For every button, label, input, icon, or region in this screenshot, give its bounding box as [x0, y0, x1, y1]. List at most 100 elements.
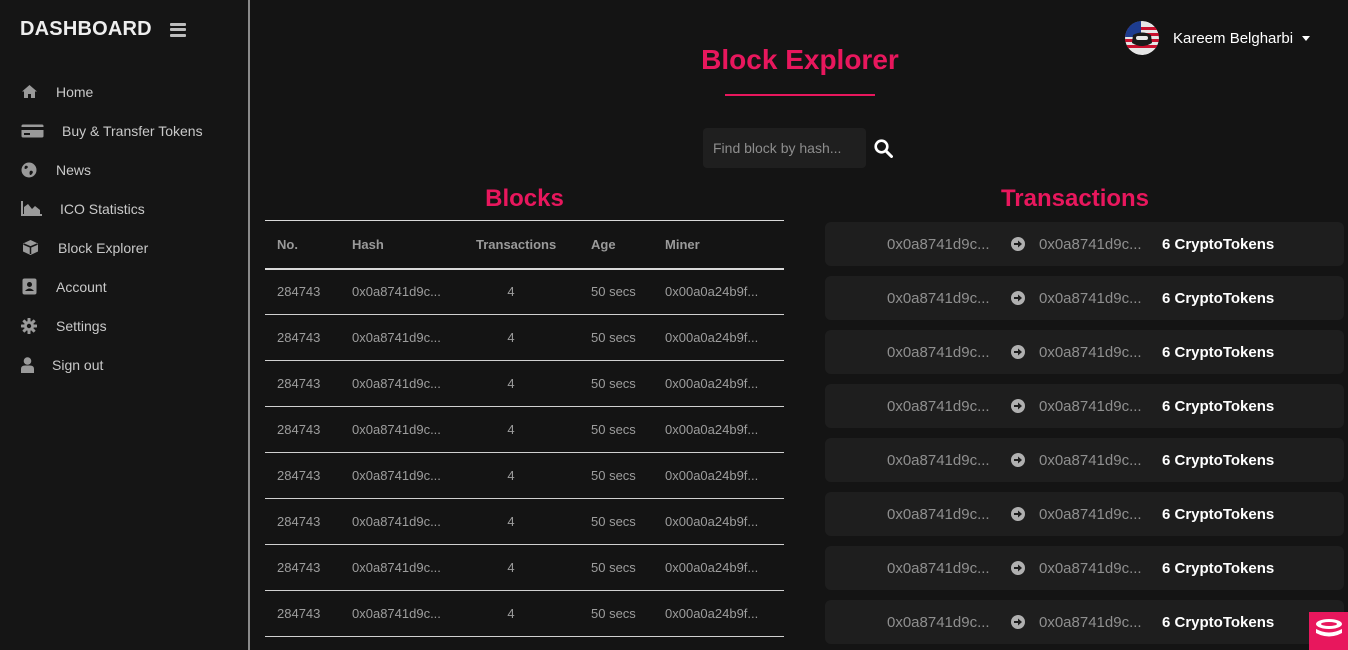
cell-miner: 0x00a0a24b9f... [665, 314, 784, 361]
cell-hash: 0x0a8741d9c... [352, 590, 476, 637]
area-chart-icon [20, 201, 42, 217]
sidebar-item-label: Block Explorer [58, 239, 149, 256]
cell-age: 50 secs [591, 544, 665, 591]
table-row[interactable]: 284743 0x0a8741d9c... 4 50 secs 0x00a0a24b9f… [265, 452, 784, 499]
transaction-from: 0x0a8741d9c... [887, 289, 990, 307]
column-header-no: No. [265, 220, 352, 270]
sidebar: DASHBOARD Home Buy & Transfer Tokens New… [0, 0, 248, 650]
transaction-item[interactable]: 0x0a8741d9c... 0x0a8741d9c... 6 CryptoToke… [825, 276, 1344, 320]
sidebar-divider [248, 0, 250, 650]
cube-icon [20, 240, 40, 256]
user-menu[interactable]: Kareem Belgharbi [1125, 21, 1311, 55]
transaction-item[interactable]: 0x0a8741d9c... 0x0a8741d9c... 6 CryptoToke… [825, 492, 1344, 536]
chat-widget-button[interactable] [1309, 612, 1348, 650]
sidebar-item-news[interactable]: News [0, 150, 248, 189]
cell-transactions: 4 [476, 360, 591, 407]
table-row[interactable]: 284743 0x0a8741d9c... 4 50 secs 0x00a0a24b9f… [265, 498, 784, 545]
cell-age: 50 secs [591, 360, 665, 407]
cell-hash: 0x0a8741d9c... [352, 360, 476, 407]
transactions-title: Transactions [1000, 185, 1150, 212]
column-header-miner: Miner [665, 220, 784, 270]
page-title: Block Explorer [701, 44, 899, 75]
transaction-to: 0x0a8741d9c... [1039, 451, 1142, 469]
cell-hash: 0x0a8741d9c... [352, 406, 476, 453]
sidebar-item-block-explorer[interactable]: Block Explorer [0, 228, 248, 267]
sidebar-item-label: Sign out [52, 356, 104, 373]
credit-card-icon [20, 123, 44, 139]
cell-hash: 0x0a8741d9c... [352, 452, 476, 499]
transaction-item[interactable]: 0x0a8741d9c... 0x0a8741d9c... 6 CryptoToke… [825, 384, 1344, 428]
table-row[interactable]: 284743 0x0a8741d9c... 4 50 secs 0x00a0a24b9f… [265, 544, 784, 591]
cell-transactions: 4 [476, 268, 591, 315]
cell-no: 284743 [265, 360, 352, 407]
search-input[interactable] [703, 128, 866, 168]
sidebar-item-account[interactable]: Account [0, 267, 248, 306]
blocks-title: Blocks [485, 185, 564, 212]
home-icon [20, 84, 38, 100]
sidebar-item-ico-statistics[interactable]: ICO Statistics [0, 189, 248, 228]
cell-transactions: 4 [476, 314, 591, 361]
cell-no: 284743 [265, 406, 352, 453]
arrow-right-circle-icon [1011, 615, 1025, 629]
cell-miner: 0x00a0a24b9f... [665, 406, 784, 453]
cell-no: 284743 [265, 590, 352, 637]
transaction-from: 0x0a8741d9c... [887, 613, 990, 631]
search-icon[interactable] [872, 137, 894, 159]
address-book-icon [20, 278, 38, 295]
transaction-from: 0x0a8741d9c... [887, 343, 990, 361]
blocks-table: No. Hash Transactions Age Miner 284743 0x… [265, 220, 784, 637]
arrow-right-circle-icon [1011, 291, 1025, 305]
transaction-from: 0x0a8741d9c... [887, 559, 990, 577]
cell-transactions: 4 [476, 406, 591, 453]
cell-miner: 0x00a0a24b9f... [665, 360, 784, 407]
transaction-item[interactable]: 0x0a8741d9c... 0x0a8741d9c... 6 CryptoToke… [825, 330, 1344, 374]
column-header-transactions: Transactions [476, 220, 591, 270]
cell-hash: 0x0a8741d9c... [352, 498, 476, 545]
blocks-table-body: 284743 0x0a8741d9c... 4 50 secs 0x00a0a24b9f… [265, 268, 784, 637]
transaction-from: 0x0a8741d9c... [887, 397, 990, 415]
transaction-to: 0x0a8741d9c... [1039, 559, 1142, 577]
arrow-right-circle-icon [1011, 453, 1025, 467]
sidebar-item-settings[interactable]: Settings [0, 306, 248, 345]
cell-no: 284743 [265, 314, 352, 361]
sidebar-item-label: ICO Statistics [60, 200, 145, 217]
cell-age: 50 secs [591, 452, 665, 499]
transaction-to: 0x0a8741d9c... [1039, 235, 1142, 253]
avatar [1125, 21, 1159, 55]
table-row[interactable]: 284743 0x0a8741d9c... 4 50 secs 0x00a0a24b9f… [265, 314, 784, 361]
table-row[interactable]: 284743 0x0a8741d9c... 4 50 secs 0x00a0a24b9f… [265, 268, 784, 315]
brand-title: DASHBOARD [20, 18, 152, 40]
cell-no: 284743 [265, 498, 352, 545]
transaction-amount: 6 CryptoTokens [1162, 559, 1275, 577]
arrow-right-circle-icon [1011, 507, 1025, 521]
transaction-item[interactable]: 0x0a8741d9c... 0x0a8741d9c... 6 CryptoToke… [825, 222, 1344, 266]
user-name: Kareem Belgharbi [1173, 29, 1294, 47]
transaction-from: 0x0a8741d9c... [887, 505, 990, 523]
table-row[interactable]: 284743 0x0a8741d9c... 4 50 secs 0x00a0a24b9f… [265, 406, 784, 453]
column-header-age: Age [591, 220, 665, 270]
cell-age: 50 secs [591, 498, 665, 545]
transaction-to: 0x0a8741d9c... [1039, 397, 1142, 415]
search-bar [703, 128, 894, 168]
table-header-row: No. Hash Transactions Age Miner [265, 220, 784, 270]
sidebar-item-sign-out[interactable]: Sign out [0, 345, 248, 384]
transaction-to: 0x0a8741d9c... [1039, 613, 1142, 631]
sidebar-item-home[interactable]: Home [0, 72, 248, 111]
transaction-from: 0x0a8741d9c... [887, 235, 990, 253]
arrow-right-circle-icon [1011, 237, 1025, 251]
table-row[interactable]: 284743 0x0a8741d9c... 4 50 secs 0x00a0a24b9f… [265, 590, 784, 637]
cell-hash: 0x0a8741d9c... [352, 544, 476, 591]
transaction-item[interactable]: 0x0a8741d9c... 0x0a8741d9c... 6 CryptoToke… [825, 600, 1344, 644]
table-row[interactable]: 284743 0x0a8741d9c... 4 50 secs 0x00a0a24b9f… [265, 360, 784, 407]
cell-miner: 0x00a0a24b9f... [665, 452, 784, 499]
gear-icon [20, 317, 38, 334]
chat-icon [1314, 618, 1344, 645]
sidebar-item-buy-transfer-tokens[interactable]: Buy & Transfer Tokens [0, 111, 248, 150]
menu-toggle-icon[interactable] [169, 22, 186, 37]
cell-no: 284743 [265, 452, 352, 499]
transaction-item[interactable]: 0x0a8741d9c... 0x0a8741d9c... 6 CryptoToke… [825, 438, 1344, 482]
sidebar-item-label: Home [56, 83, 94, 100]
cell-miner: 0x00a0a24b9f... [665, 268, 784, 315]
cell-age: 50 secs [591, 406, 665, 453]
transaction-item[interactable]: 0x0a8741d9c... 0x0a8741d9c... 6 CryptoToke… [825, 546, 1344, 590]
